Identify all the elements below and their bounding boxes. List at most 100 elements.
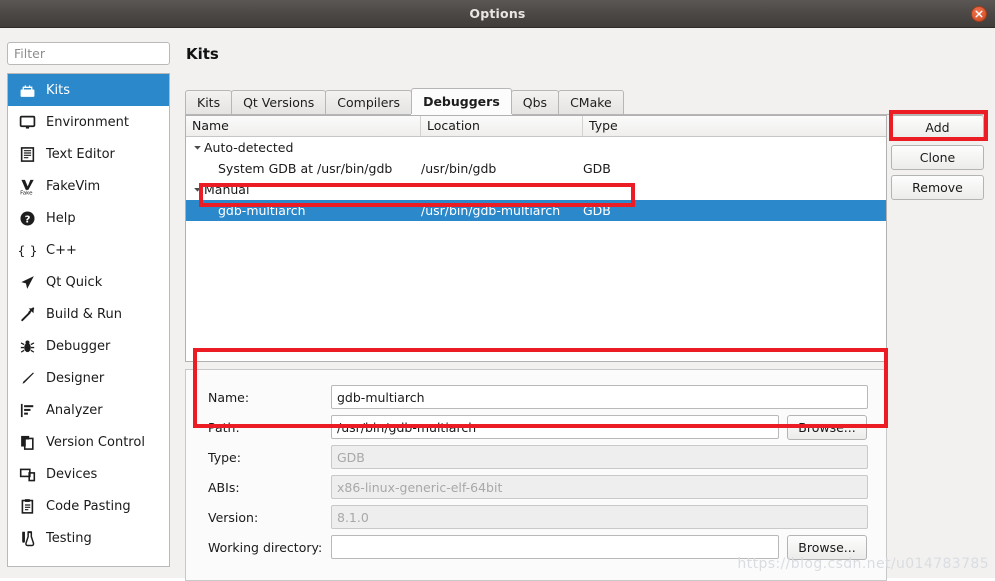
form-label-path: Path: [208,419,240,435]
sidebar-category-list[interactable]: Kits Environment Text Editor Fake FakeVim? He… [7,73,170,567]
svg-text:?: ? [24,214,30,225]
monitor-icon [16,111,38,133]
sidebar-item-label: Code Pasting [46,498,131,514]
form-row-path: Path: Browse... [186,414,888,440]
pencil-icon [16,367,38,389]
hammer-icon [16,303,38,325]
fakevim-icon: Fake [16,175,38,197]
row-name-cell: System GDB at /usr/bin/gdb [186,161,421,176]
sidebar-item-designer[interactable]: Designer [8,362,169,394]
row-type-cell: GDB [583,203,611,218]
tab-bar[interactable]: Kits Qt Versions Compilers Debuggers Qbs CMak… [185,88,988,115]
sidebar-item-build-run[interactable]: Build & Run [8,298,169,330]
window-title: Options [469,6,526,21]
form-input-abis [331,475,868,499]
bug-icon [16,335,38,357]
sidebar-item-label: Testing [46,530,92,546]
tab-compilers[interactable]: Compilers [325,90,413,114]
form-input-type [331,445,868,469]
sidebar-item-label: C++ [46,242,77,258]
paper-plane-icon [16,271,38,293]
sidebar-item-label: Analyzer [46,402,103,418]
sidebar-item-qt-quick[interactable]: Qt Quick [8,266,169,298]
sidebar-item-label: Build & Run [46,306,122,322]
sidebar-item-analyzer[interactable]: Analyzer [8,394,169,426]
form-row-name: Name: [186,384,888,410]
row-name-cell: gdb-multiarch [186,203,421,218]
browse-button-working-directory[interactable]: Browse... [787,534,867,560]
options-sidebar: Kits Environment Text Editor Fake FakeVim? He… [7,42,170,567]
table-row[interactable]: Auto-detected [186,137,886,158]
table-row[interactable]: gdb-multiarch/usr/bin/gdb-multiarch GDB [186,200,886,221]
braces-icon: { } [16,239,38,261]
sidebar-item-label: Help [46,210,76,226]
sidebar-item-help[interactable]: ? Help [8,202,169,234]
sidebar-item-code-pasting[interactable]: Code Pasting [8,490,169,522]
sidebar-item-debugger[interactable]: Debugger [8,330,169,362]
sidebar-item-testing[interactable]: Testing [8,522,169,554]
tab-qt-versions[interactable]: Qt Versions [231,90,327,114]
page-title: Kits [186,45,219,63]
window-titlebar: Options [0,0,995,28]
form-label-working-directory: Working directory: [208,539,323,555]
tab-kits[interactable]: Kits [185,90,233,114]
sidebar-item-text-editor[interactable]: Text Editor [8,138,169,170]
table-row[interactable]: Manual [186,179,886,200]
help-question-icon: ? [16,207,38,229]
table-row[interactable]: System GDB at /usr/bin/gdb/usr/bin/gdb GD… [186,158,886,179]
chevron-down-icon[interactable] [190,185,204,194]
form-label-abis: ABIs: [208,479,240,495]
column-header-name[interactable]: Name [186,116,421,136]
row-name-text: Manual [204,182,250,197]
sidebar-item-fakevim[interactable]: Fake FakeVim [8,170,169,202]
tab-qbs[interactable]: Qbs [510,90,560,114]
browse-button-path[interactable]: Browse... [787,414,867,440]
sidebar-item-label: Debugger [46,338,111,354]
options-dialog: Kits Environment Text Editor Fake FakeVim? He… [0,28,995,581]
options-main-pane: Kits Kits Qt Versions Compilers Debuggers Qb… [178,42,988,581]
column-header-type[interactable]: Type [583,116,886,136]
filter-input[interactable] [7,42,170,65]
row-location-cell: /usr/bin/gdb [421,161,497,176]
remove-button[interactable]: Remove [891,175,984,200]
form-label-type: Type: [208,449,241,465]
test-tube-icon [16,527,38,549]
form-input-path[interactable] [331,415,779,439]
sidebar-item-kits[interactable]: Kits [8,74,169,106]
form-input-version [331,505,868,529]
tree-action-buttons: Add Clone Remove [891,115,988,205]
sidebar-item-label: Designer [46,370,105,386]
sidebar-item-label: Version Control [46,434,145,450]
sidebar-item-devices[interactable]: Devices [8,458,169,490]
tab-cmake[interactable]: CMake [558,90,624,114]
form-label-name: Name: [208,389,250,405]
clone-button[interactable]: Clone [891,145,984,170]
row-name-cell: Manual [186,182,421,197]
form-row-abis: ABIs: [186,474,888,500]
sidebar-item-label: FakeVim [46,178,101,194]
debuggers-tree-view[interactable]: Name Location Type Auto-detected System G… [185,115,887,362]
form-row-working-directory: Working directory: Browse... [186,534,888,560]
sidebar-item-environment[interactable]: Environment [8,106,169,138]
add-button[interactable]: Add [891,115,984,140]
tab-debuggers[interactable]: Debuggers [411,88,512,114]
chevron-down-icon[interactable] [190,143,204,152]
form-input-name[interactable] [331,385,868,409]
devices-icon [16,463,38,485]
tree-header-row: Name Location Type [186,116,886,137]
svg-text:{ }: { } [19,244,36,259]
row-name-text: Auto-detected [204,140,294,155]
sidebar-item-c[interactable]: { } C++ [8,234,169,266]
clipboard-icon [16,495,38,517]
close-icon[interactable] [971,6,987,22]
debugger-details-form: Name: Path: Browse... Type: ABIs: Version: Wor… [185,369,887,581]
column-header-location[interactable]: Location [421,116,583,136]
form-input-working-directory[interactable] [331,535,779,559]
sidebar-item-version-control[interactable]: Version Control [8,426,169,458]
text-editor-icon [16,143,38,165]
form-row-type: Type: [186,444,888,470]
row-name-cell: Auto-detected [186,140,421,155]
sidebar-item-label: Environment [46,114,130,130]
sidebar-item-label: Qt Quick [46,274,103,290]
form-label-version: Version: [208,509,259,525]
